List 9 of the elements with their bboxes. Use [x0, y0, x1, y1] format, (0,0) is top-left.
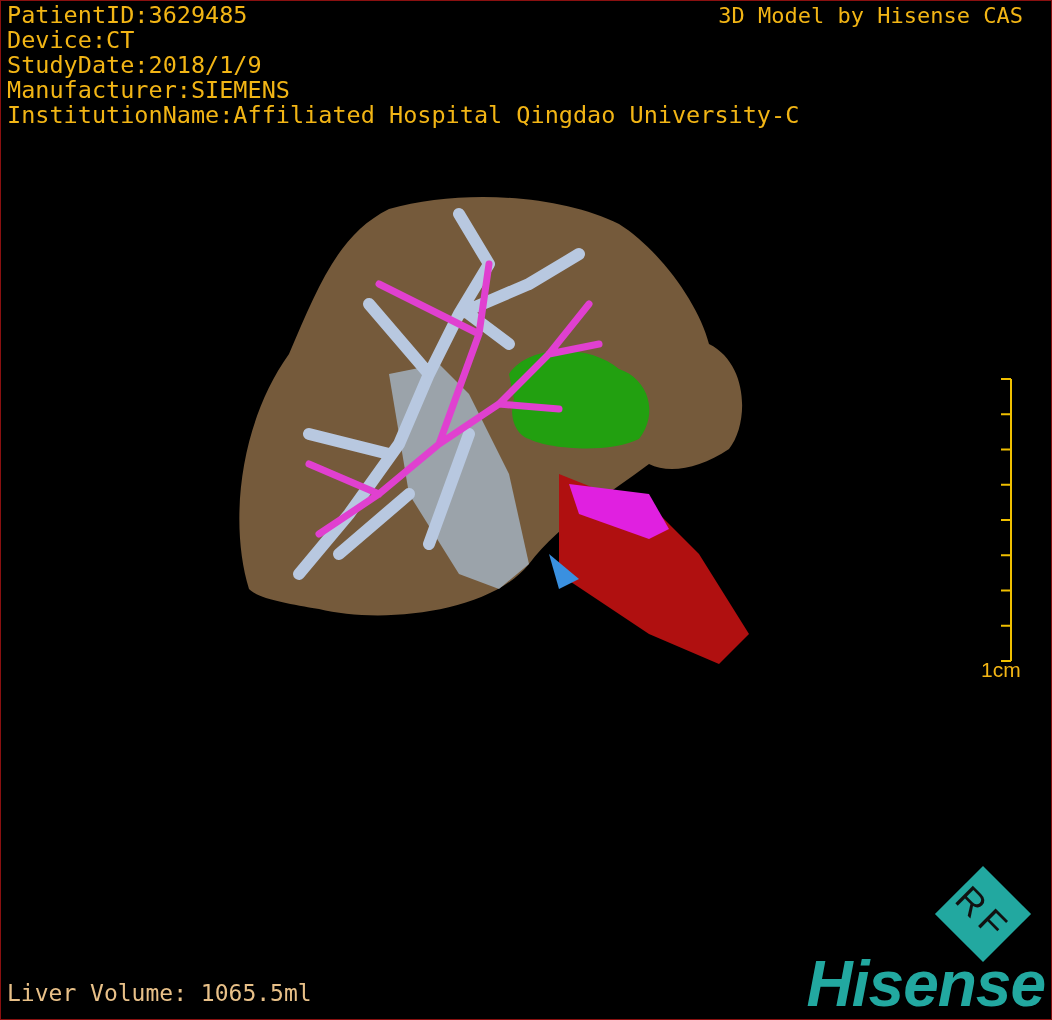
liver-volume-text: Liver Volume: 1065.5ml [7, 980, 312, 1006]
logo-badge: RF [934, 865, 1032, 963]
study-info-text: StudyDate:2018/1/9 [7, 53, 262, 78]
study-info-text: Manufacturer:SIEMENS [7, 78, 290, 103]
study-info-text: InstitutionName:Affiliated Hospital Qingdao University-C [7, 103, 800, 128]
scale-label: 1cm [981, 658, 1021, 682]
study-info-text: PatientID:3629485 [7, 3, 248, 28]
study-info-text: Device:CT [7, 28, 135, 53]
credit-text: 3D Model by Hisense CAS [718, 3, 1023, 28]
